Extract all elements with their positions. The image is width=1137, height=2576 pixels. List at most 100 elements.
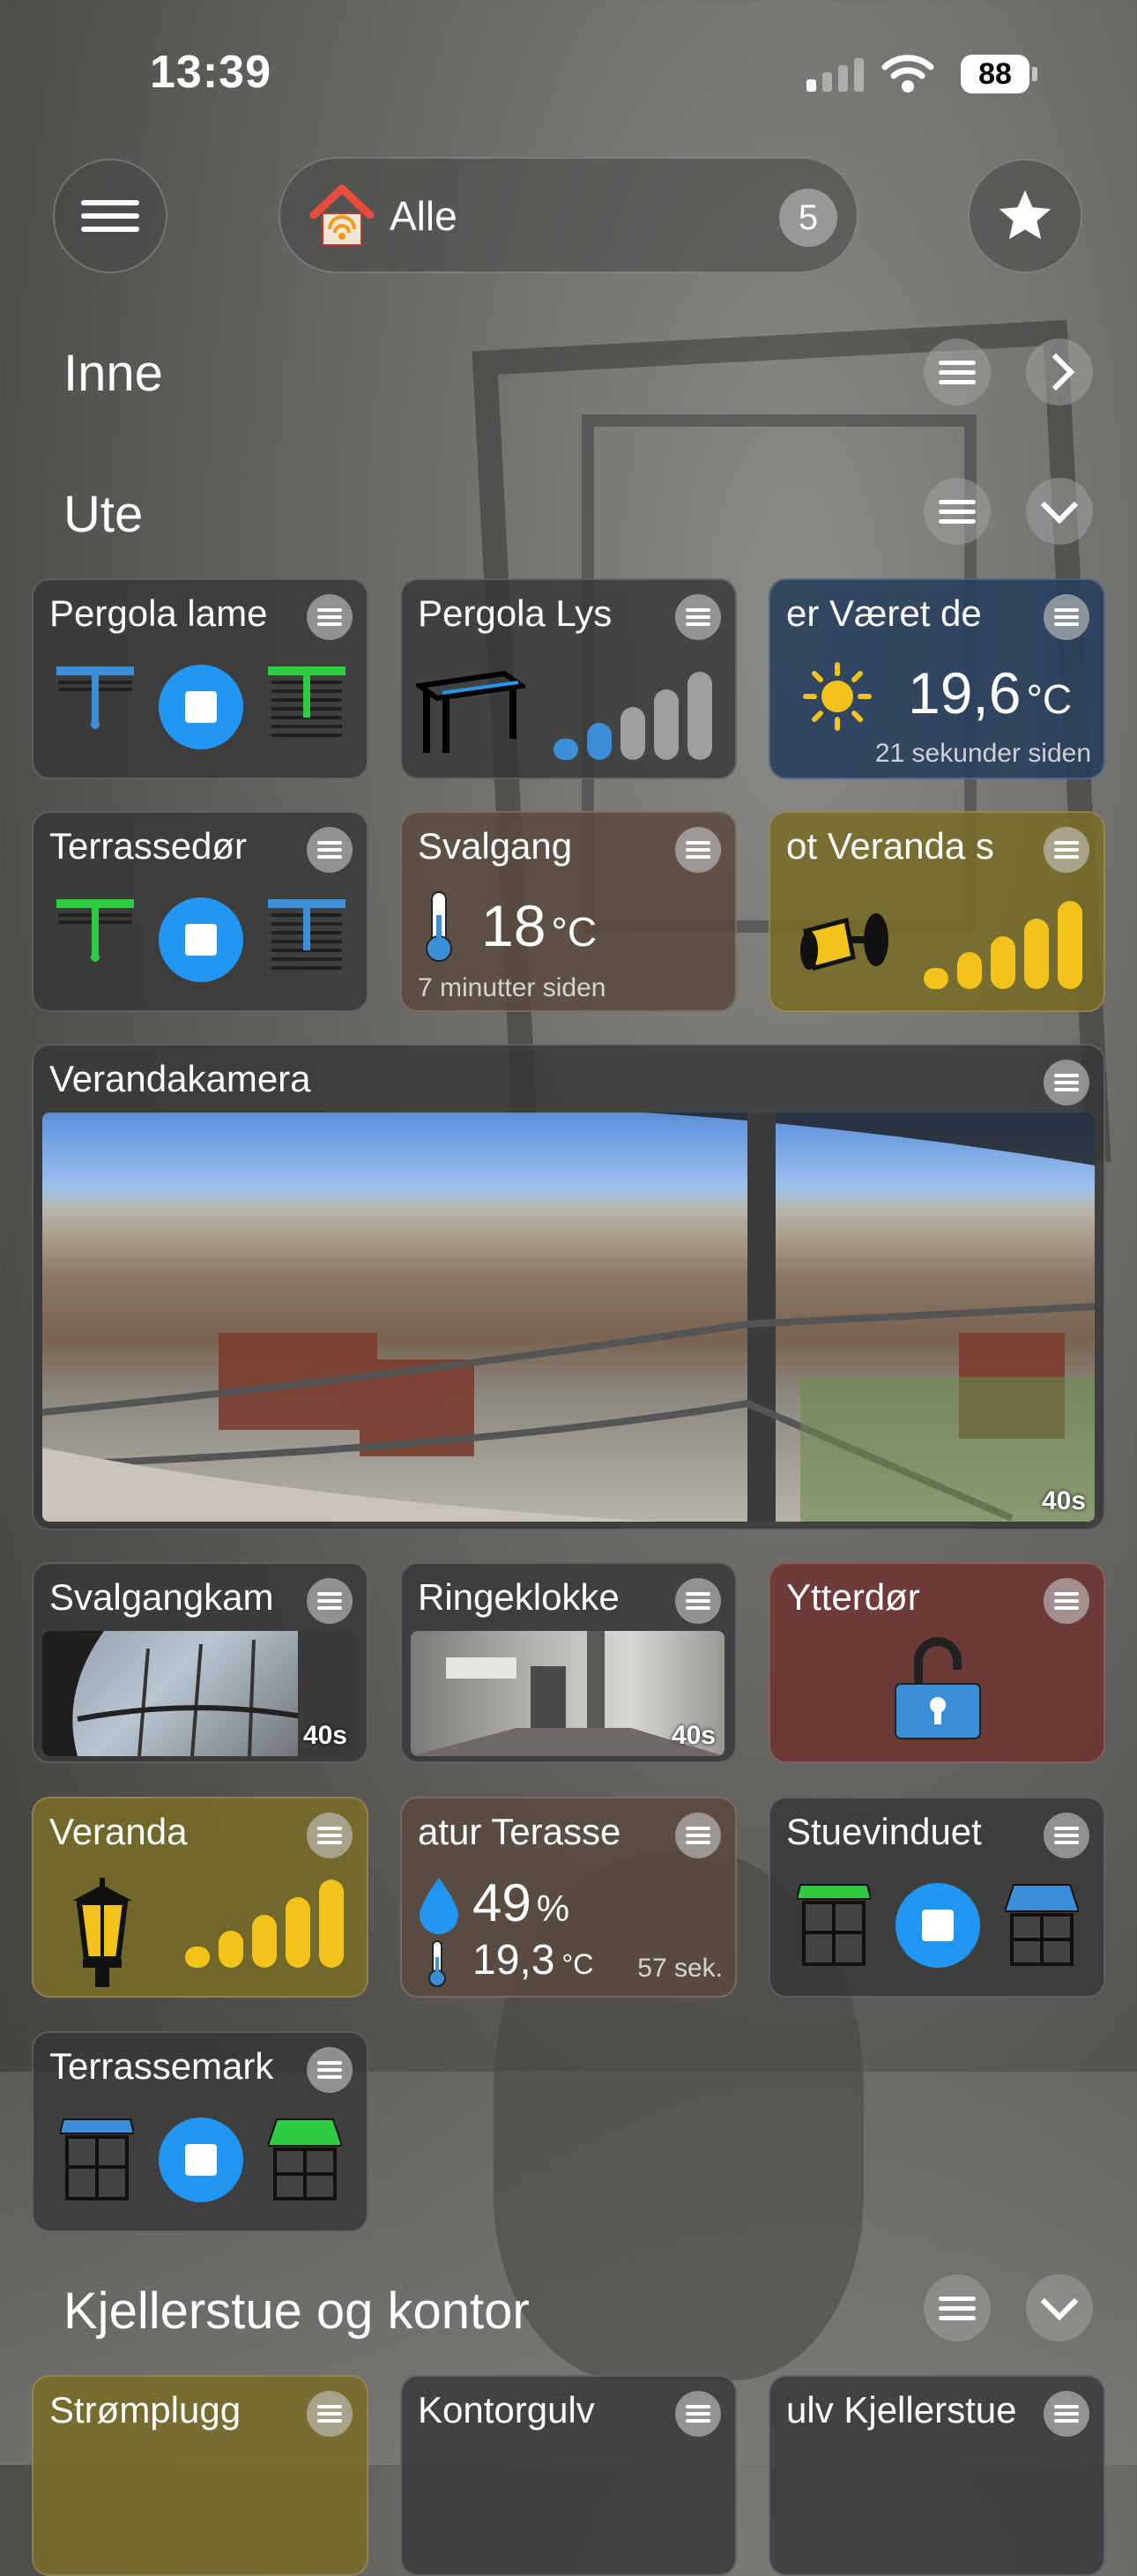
- awning-window-icon[interactable]: [60, 2114, 134, 2202]
- section-ute-menu-button[interactable]: [924, 478, 991, 545]
- hamburger-icon: [686, 1589, 710, 1613]
- brightness-level-icon[interactable]: [554, 672, 712, 760]
- wifi-icon: [881, 55, 934, 93]
- tile-menu-button[interactable]: [307, 1578, 353, 1624]
- tile-menu-button[interactable]: [1044, 1813, 1089, 1858]
- home-selector[interactable]: Alle 5: [279, 157, 858, 273]
- section-ute-collapse-button[interactable]: [1026, 478, 1093, 545]
- tile-title: er Været de: [786, 592, 982, 634]
- tile-menu-button[interactable]: [675, 827, 721, 873]
- hamburger-icon: [1054, 1589, 1079, 1613]
- tile-title: Veranda: [49, 1811, 188, 1852]
- tile-terasse-klima[interactable]: atur Terasse 49% 19,3 °C 57 sek.: [400, 1797, 737, 1998]
- tile-pergola-lame[interactable]: Pergola lame: [32, 578, 368, 779]
- tile-veranda-spot[interactable]: ot Veranda s: [769, 811, 1105, 1012]
- stop-button[interactable]: [895, 1883, 980, 1968]
- hamburger-icon: [81, 192, 139, 240]
- tile-menu-button[interactable]: [675, 1813, 721, 1858]
- tile-weather[interactable]: er Været de 19,6 °C 21 sekunder siden: [769, 578, 1105, 779]
- stop-button[interactable]: [159, 897, 243, 982]
- awning-window-icon[interactable]: [797, 1880, 871, 1968]
- hamburger-icon: [317, 1589, 342, 1613]
- awning-extended-icon[interactable]: [1005, 1880, 1079, 1968]
- terasse-humidity: 49%: [472, 1872, 569, 1933]
- thermometer-icon: [426, 891, 452, 962]
- section-inne-menu-button[interactable]: [924, 339, 991, 406]
- tile-veranda[interactable]: Veranda: [32, 1797, 368, 1998]
- section-kjeller-menu-button[interactable]: [924, 2274, 991, 2341]
- stop-button[interactable]: [159, 2118, 243, 2202]
- camera-age-badge: 40s: [302, 1721, 347, 1750]
- tile-menu-button[interactable]: [675, 594, 721, 640]
- status-bar: 13:39 88: [0, 0, 1137, 150]
- weather-updated-age: 21 sekunder siden: [874, 739, 1091, 768]
- tile-menu-button[interactable]: [1044, 1060, 1089, 1106]
- blind-open-icon[interactable]: [55, 661, 136, 742]
- ringeklokke-feed[interactable]: 40s: [411, 1631, 725, 1756]
- tile-pergola-lys[interactable]: Pergola Lys: [400, 578, 737, 779]
- awning-extended-icon[interactable]: [268, 2114, 342, 2202]
- brightness-level-icon[interactable]: [924, 901, 1082, 989]
- tile-title: Pergola lame: [49, 592, 268, 634]
- stop-button[interactable]: [159, 665, 243, 749]
- sun-icon: [803, 662, 872, 731]
- hamburger-icon: [317, 1823, 342, 1848]
- tile-ringeklokke[interactable]: Ringeklokke 40s: [400, 1562, 737, 1763]
- status-time: 13:39: [150, 47, 271, 98]
- svalgang-updated-age: 7 minutter siden: [418, 973, 606, 1002]
- blind-open-icon[interactable]: [55, 894, 136, 975]
- tile-menu-button[interactable]: [1044, 2391, 1089, 2437]
- verandakamera-feed[interactable]: 40s: [42, 1113, 1095, 1522]
- home-wifi-icon: [309, 184, 375, 246]
- brightness-level-icon[interactable]: [185, 1880, 344, 1968]
- svalgang-temperature-unit: °C: [551, 909, 598, 955]
- hamburger-icon: [1054, 605, 1079, 629]
- hamburger-icon: [939, 495, 976, 529]
- battery-icon: 88: [961, 55, 1029, 93]
- tile-title: ulv Kjellerstue: [786, 2389, 1017, 2431]
- water-drop-icon: [420, 1878, 458, 1934]
- tile-menu-button[interactable]: [307, 2047, 353, 2093]
- section-kjeller-collapse-button[interactable]: [1026, 2274, 1093, 2341]
- tile-svalgangkamera[interactable]: Svalgangkam 40s: [32, 1562, 368, 1763]
- section-inne-expand-button[interactable]: [1026, 339, 1093, 406]
- hamburger-icon: [1054, 1070, 1079, 1095]
- tile-menu-button[interactable]: [307, 2391, 353, 2437]
- tile-svalgang[interactable]: Svalgang 18 °C 7 minutter siden: [400, 811, 737, 1012]
- tile-kjellerstue[interactable]: ulv Kjellerstue: [769, 2375, 1105, 2576]
- tile-menu-button[interactable]: [1044, 827, 1089, 873]
- favorites-button[interactable]: [968, 159, 1082, 273]
- svalgang-temperature: 18 °C: [481, 892, 597, 959]
- tile-menu-button[interactable]: [307, 1813, 353, 1858]
- thermometer-icon: [428, 1940, 446, 1987]
- hamburger-icon: [1054, 2401, 1079, 2426]
- tile-title: Kontorgulv: [418, 2389, 595, 2431]
- hamburger-icon: [686, 605, 710, 629]
- tile-ytterdor[interactable]: Ytterdør: [769, 1562, 1105, 1763]
- tile-menu-button[interactable]: [1044, 1578, 1089, 1624]
- weather-temperature-value: 19,6: [908, 660, 1022, 726]
- main-menu-button[interactable]: [53, 159, 167, 273]
- svalgangkamera-feed[interactable]: 40s: [42, 1631, 356, 1756]
- blind-closed-icon[interactable]: [266, 894, 347, 975]
- tile-title: atur Terasse: [418, 1811, 621, 1852]
- hamburger-icon: [317, 2058, 342, 2082]
- blind-closed-icon[interactable]: [266, 661, 347, 742]
- tile-terrassemarkise[interactable]: Terrassemark: [32, 2031, 368, 2232]
- tile-menu-button[interactable]: [1044, 594, 1089, 640]
- tile-title: Ytterdør: [786, 1576, 920, 1618]
- lock-open-icon[interactable]: [892, 1634, 984, 1740]
- tile-verandakamera[interactable]: Verandakamera 40s: [32, 1044, 1105, 1530]
- terasse-humidity-unit: %: [536, 1887, 570, 1929]
- cellular-signal-icon: [806, 56, 864, 92]
- tile-menu-button[interactable]: [307, 594, 353, 640]
- terasse-humidity-value: 49: [472, 1873, 531, 1932]
- tile-terrassedor[interactable]: Terrassedør: [32, 811, 368, 1012]
- tile-stuevinduet[interactable]: Stuevinduet: [769, 1797, 1105, 1998]
- tile-menu-button[interactable]: [675, 1578, 721, 1624]
- tile-menu-button[interactable]: [307, 827, 353, 873]
- tile-stromplugg[interactable]: Strømplugg: [32, 2375, 368, 2576]
- tile-menu-button[interactable]: [675, 2391, 721, 2437]
- tile-kontorgulv[interactable]: Kontorgulv: [400, 2375, 737, 2576]
- chevron-down-icon: [1040, 486, 1079, 525]
